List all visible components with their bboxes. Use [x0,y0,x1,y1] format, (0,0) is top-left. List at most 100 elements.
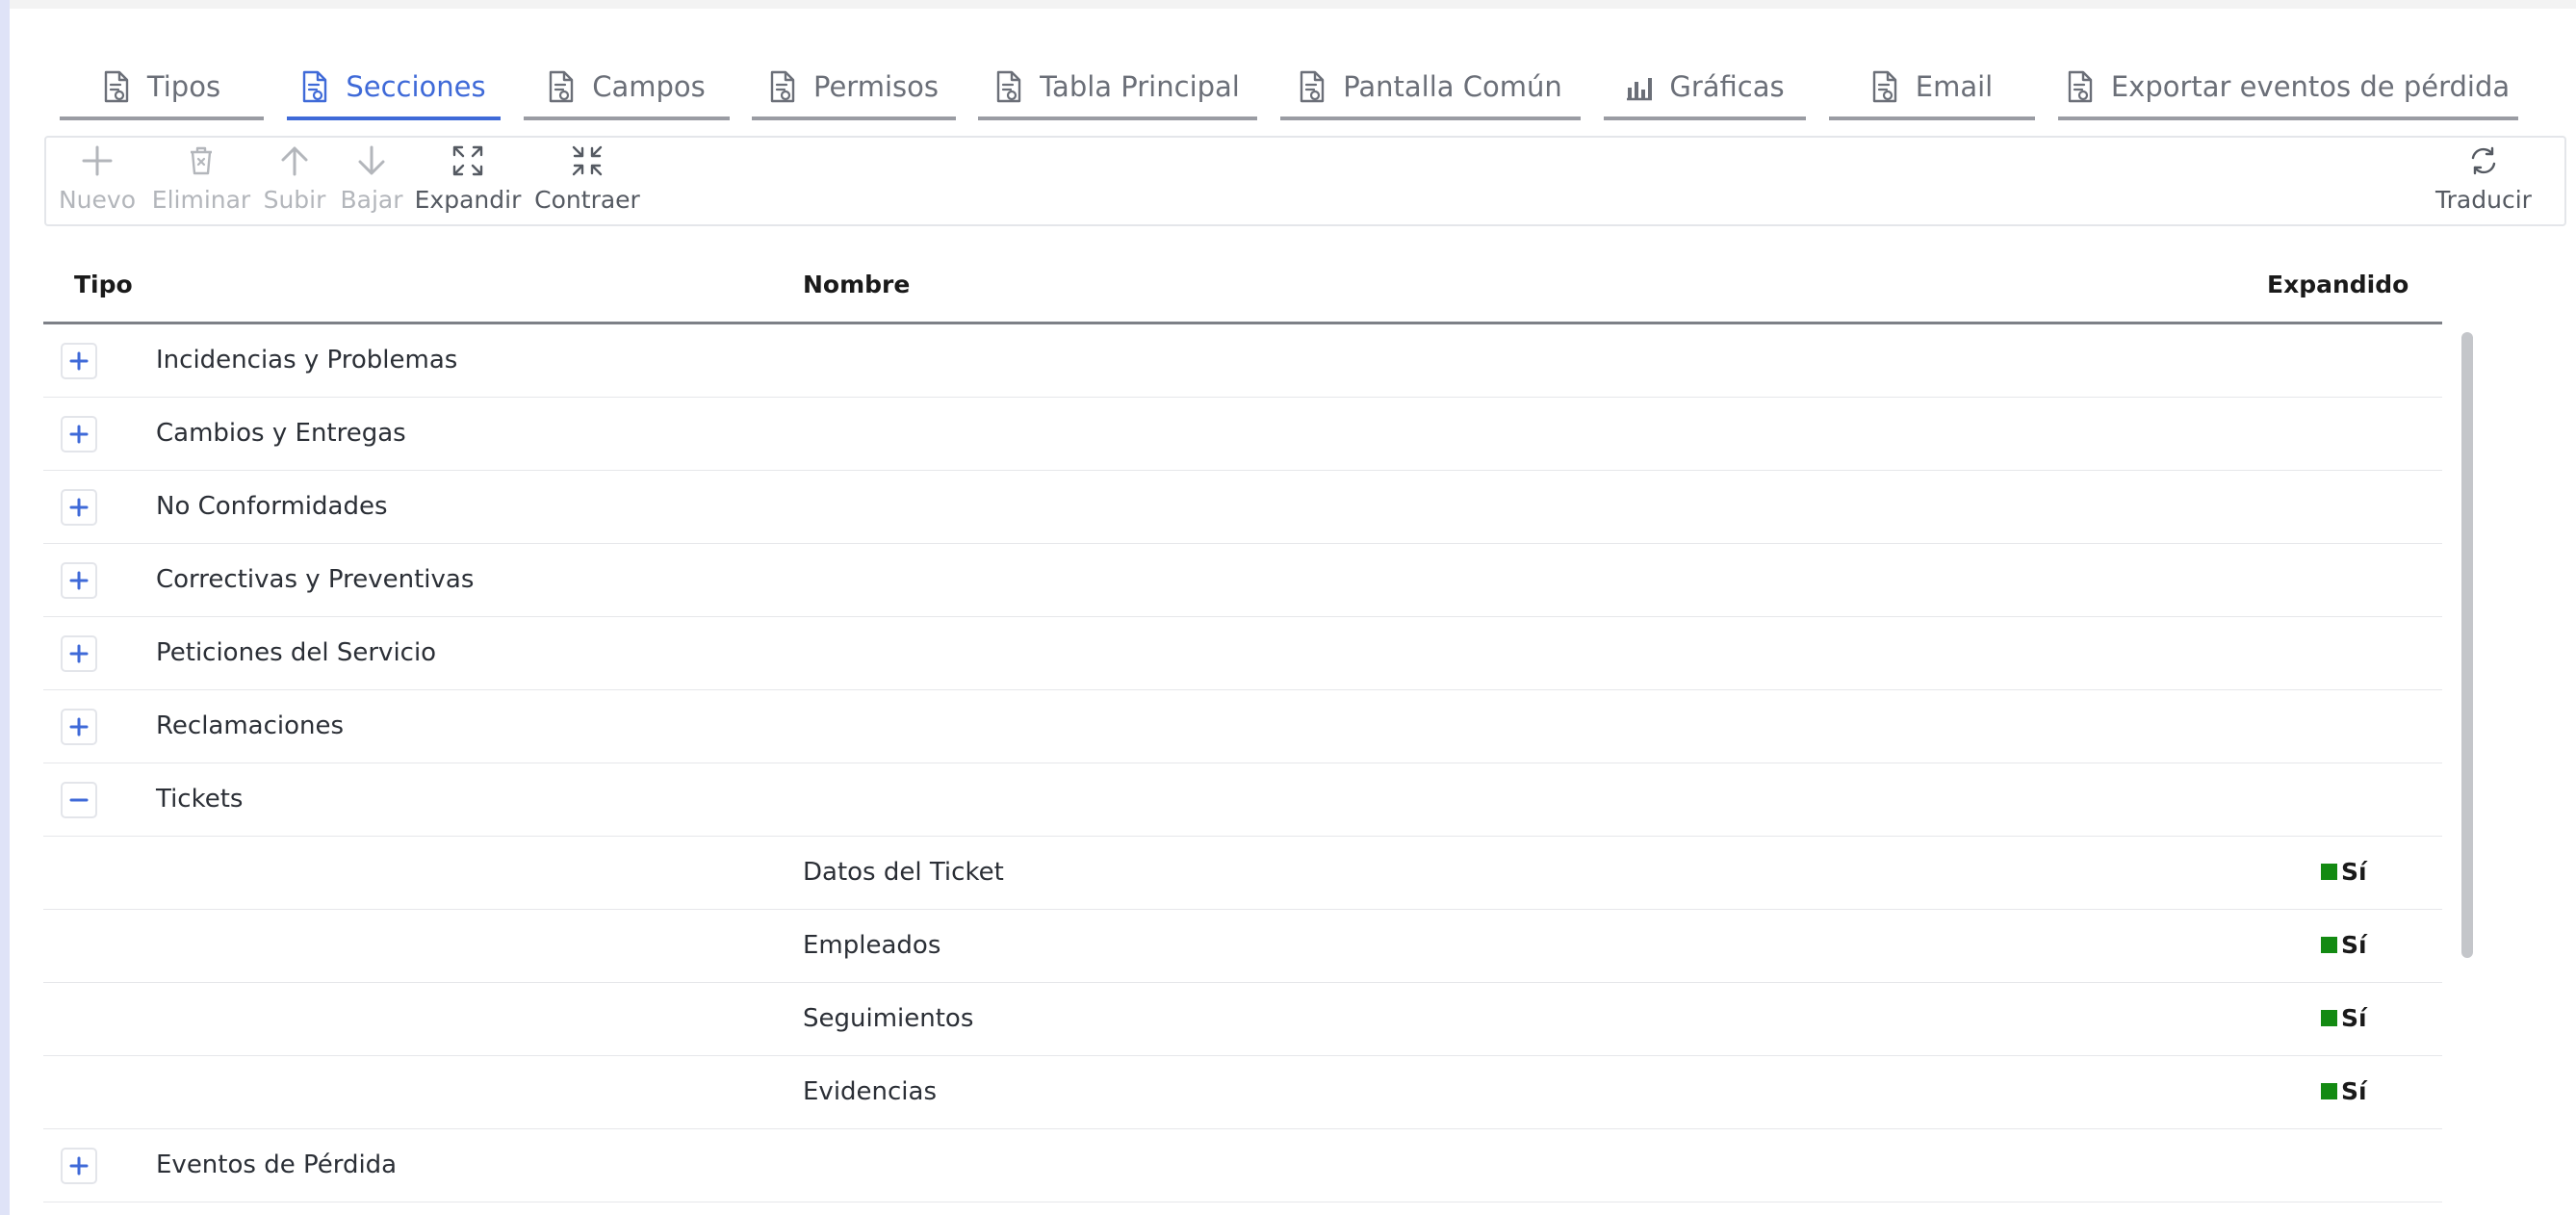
expand-row-button[interactable] [61,416,97,452]
group-label: Eventos de Pérdida [156,1150,398,1179]
table-row[interactable]: No Conformidades [43,471,2442,544]
plus-icon [69,425,89,444]
subir-button[interactable]: Subir [264,143,325,220]
expandir-label: Expandir [414,186,522,214]
tab-label: Tipos [146,70,221,103]
document-icon [995,70,1022,103]
sections-table: Tipo Nombre Expandido Incidencias y Prob… [43,246,2481,1215]
plus-icon [69,644,89,663]
document-icon [548,70,575,103]
document-icon [1299,70,1326,103]
group-label: Cambios y Entregas [156,419,406,448]
main-content: Tipos Secciones Campos Permisos Tabla Pr… [10,9,2576,1215]
tab-label: Exportar eventos de pérdida [2110,70,2511,103]
tab-label: Gráficas [1669,70,1785,103]
status-indicator [2321,1083,2337,1099]
tab-label: Permisos [813,70,939,103]
tab-exportar-eventos[interactable]: Exportar eventos de pérdida [2058,57,2518,120]
tab-secciones[interactable]: Secciones [287,57,501,120]
plus-icon [69,351,89,371]
expanded-text: Sí [2341,1004,2367,1032]
arrow-up-icon [277,143,312,178]
document-icon [769,70,796,103]
plus-icon [80,143,115,178]
group-label: Tickets [156,785,244,814]
contraer-label: Contraer [534,186,640,214]
top-strip [10,0,2576,9]
eliminar-label: Eliminar [151,186,251,214]
minus-icon [69,798,89,802]
table-row[interactable]: Correctivas y Preventivas [43,544,2442,617]
document-icon [301,70,328,103]
column-header-tipo[interactable]: Tipo [74,271,133,298]
table-row[interactable]: Cambios y Entregas [43,398,2442,471]
table-row[interactable]: Peticiones del Servicio [43,617,2442,690]
document-icon [2067,70,2094,103]
section-name: Evidencias [803,1077,938,1106]
tab-graficas[interactable]: Gráficas [1604,57,1806,120]
trash-icon [184,143,219,178]
table-row[interactable]: Incidencias y Problemas [43,324,2442,398]
plus-icon [69,498,89,517]
bajar-button[interactable]: Bajar [340,143,403,220]
expanded-value: Sí [2321,931,2367,959]
status-indicator [2321,1010,2337,1026]
table-row[interactable]: Reclamaciones [43,690,2442,763]
tab-label: Secciones [346,70,486,103]
table-row[interactable]: Tickets [43,763,2442,837]
collapse-icon [570,143,605,178]
tab-tabla-principal[interactable]: Tabla Principal [978,57,1257,120]
table-row[interactable]: Seguimientos Sí [43,983,2442,1056]
table-row[interactable]: Evidencias Sí [43,1056,2442,1129]
status-indicator [2321,937,2337,953]
subir-label: Subir [263,186,326,214]
section-name: Empleados [803,931,941,960]
nuevo-button[interactable]: Nuevo [59,143,136,220]
contraer-button[interactable]: Contraer [533,143,641,220]
tab-campos[interactable]: Campos [524,57,730,120]
plus-icon [69,1156,89,1176]
table-row[interactable]: Eventos de Pérdida [43,1129,2442,1202]
tab-label: Tabla Principal [1040,70,1240,103]
column-header-expandido[interactable]: Expandido [2267,271,2409,298]
nuevo-label: Nuevo [58,186,137,214]
expanded-value: Sí [2321,1077,2367,1105]
traducir-button[interactable]: Traducir [2432,143,2536,220]
expand-row-button[interactable] [61,343,97,379]
expand-row-button[interactable] [61,709,97,745]
expand-row-button[interactable] [61,489,97,526]
table-row[interactable]: Empleados Sí [43,910,2442,983]
expand-icon [451,143,485,178]
collapse-row-button[interactable] [61,782,97,818]
expanded-text: Sí [2341,858,2367,886]
group-label: Peticiones del Servicio [156,638,437,667]
scrollbar-thumb[interactable] [2461,332,2473,958]
tab-pantalla-comun[interactable]: Pantalla Común [1280,57,1581,120]
section-name: Seguimientos [803,1004,974,1033]
column-header-nombre[interactable]: Nombre [803,271,910,298]
traducir-label: Traducir [2435,186,2532,214]
group-label: No Conformidades [156,492,388,521]
expanded-text: Sí [2341,1077,2367,1105]
tab-permisos[interactable]: Permisos [752,57,956,120]
expanded-text: Sí [2341,931,2367,959]
eliminar-button[interactable]: Eliminar [151,143,251,220]
expanded-value: Sí [2321,1004,2367,1032]
group-label: Correctivas y Preventivas [156,565,475,594]
tab-tipos[interactable]: Tipos [60,57,264,120]
expand-row-button[interactable] [61,562,97,599]
plus-icon [69,717,89,737]
document-icon [1871,70,1898,103]
expand-row-button[interactable] [61,1148,97,1184]
expand-row-button[interactable] [61,635,97,672]
left-edge-bar [0,0,10,1215]
table-row[interactable]: Datos del Ticket Sí [43,837,2442,910]
group-label: Reclamaciones [156,711,345,740]
section-name: Datos del Ticket [803,858,1004,887]
tab-email[interactable]: Email [1829,57,2035,120]
refresh-icon [2466,143,2501,178]
status-indicator [2321,864,2337,880]
tab-label: Pantalla Común [1343,70,1562,103]
toolbar: Nuevo Eliminar Subir Bajar Expandir Cont… [44,136,2566,226]
expandir-button[interactable]: Expandir [415,143,521,220]
